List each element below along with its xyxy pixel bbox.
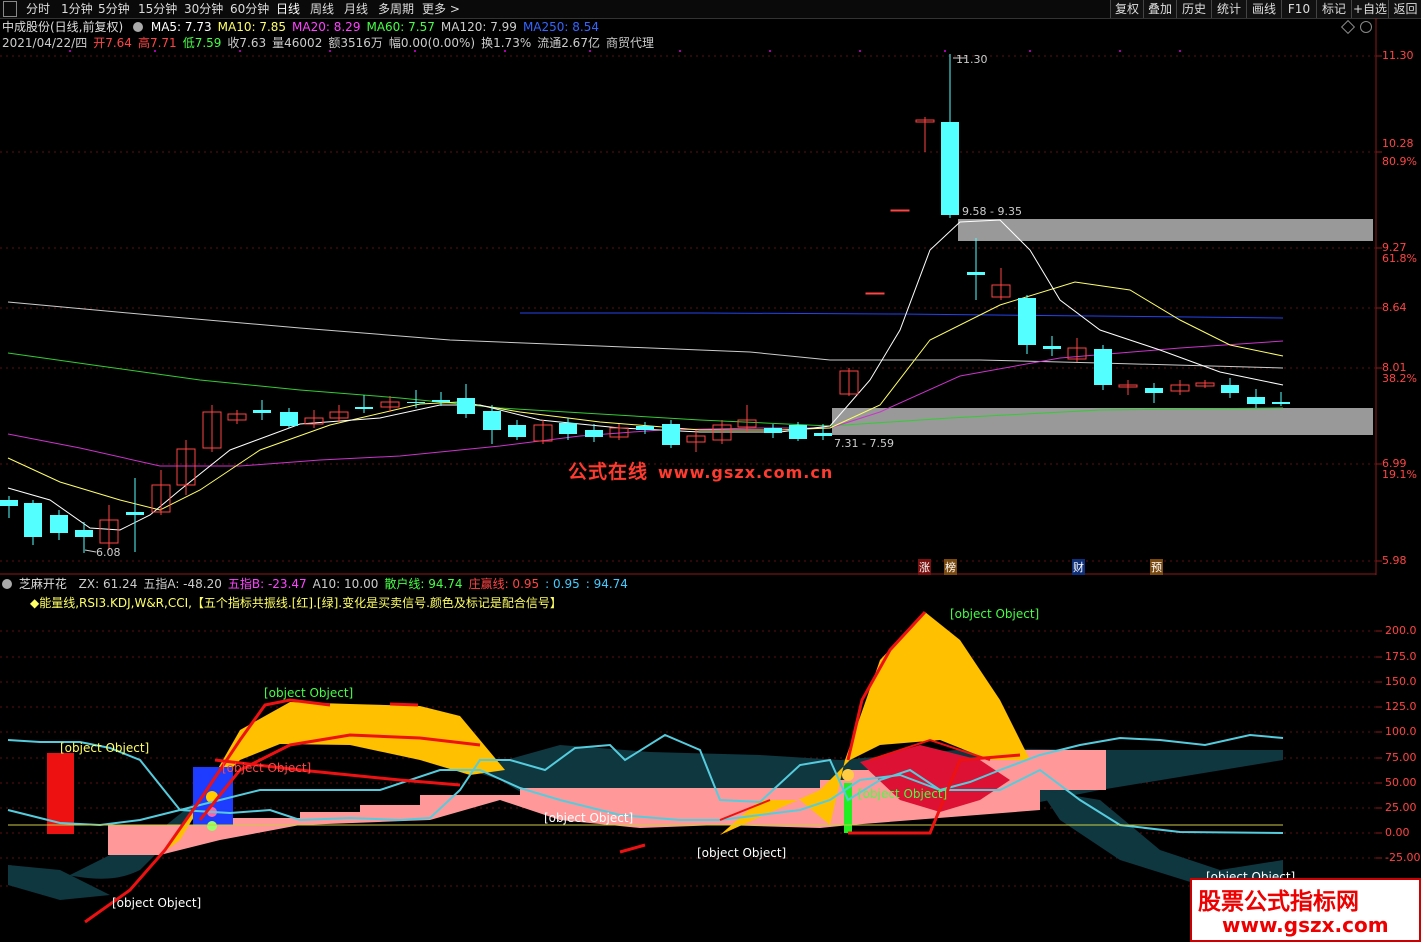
price-chart[interactable] [0, 0, 1421, 575]
candle-body-34 [865, 292, 885, 295]
corner-watermark-url: www.gszx.com [1222, 913, 1389, 937]
band-bottom-label: 7.31 - 7.59 [834, 437, 894, 450]
candle-body-49 [1247, 397, 1265, 404]
ma250-line [520, 312, 1284, 319]
candle-body-45 [1145, 388, 1163, 393]
signal-pull-up: [object Object] [222, 761, 312, 775]
signal-low-buy-1: [object Object] [112, 896, 202, 910]
high-price-label: 11.30 [956, 53, 988, 66]
event-tag-cai[interactable]: 财 [1072, 559, 1085, 575]
center-watermark-cn: 公式在线 [568, 461, 649, 483]
ma120-line [7, 301, 1284, 369]
candle-body-30 [764, 428, 782, 433]
candle-body-35 [890, 209, 910, 212]
candle-body-1 [24, 503, 42, 537]
support-band [832, 408, 1373, 435]
candle-body-23 [585, 430, 603, 437]
price-axis-label-1: 10.28 [1382, 137, 1414, 150]
resistance-band [958, 219, 1373, 241]
signal-low-buy-2: [object Object] [544, 811, 634, 825]
ind-axis-label-8: 0.00 [1385, 826, 1410, 839]
candle-body-26 [662, 424, 680, 445]
price-axis-label-2: 80.9% [1382, 155, 1417, 168]
ind-axis-label-6: 50.00 [1385, 776, 1417, 789]
price-axis-label-10: 5.98 [1382, 554, 1407, 567]
center-watermark: 公式在线 www.gszx.com.cn [568, 457, 833, 484]
candle-body-32 [814, 433, 832, 436]
pull-up-badge-icon-3 [207, 821, 217, 831]
price-axis-label-7: 38.2% [1382, 372, 1417, 385]
low-price-label: 6.08 [96, 546, 121, 559]
candle-body-0 [0, 500, 18, 506]
money-bag-icon [842, 769, 854, 781]
candle-body-38 [967, 272, 985, 275]
price-axis-label-0: 11.30 [1382, 49, 1414, 62]
candle-body-31 [789, 425, 807, 439]
candle-body-20 [508, 425, 526, 437]
candle-body-43 [1094, 349, 1112, 385]
ind-axis-label-9: -25.00 [1385, 851, 1421, 864]
ind-axis-label-2: 150.0 [1385, 675, 1417, 688]
candle-body-19 [483, 411, 501, 430]
signal-low-build: [object Object] [60, 741, 150, 755]
price-axis-label-5: 8.64 [1382, 301, 1407, 314]
candle-body-14 [355, 407, 373, 409]
signal-top-divergence-1: [object Object] [264, 686, 354, 700]
candle-body-25 [636, 426, 654, 430]
signal-low-buy-3: [object Object] [697, 846, 787, 860]
ind-axis-label-1: 175.0 [1385, 650, 1417, 663]
ind-axis-label-4: 100.0 [1385, 725, 1417, 738]
signal-open-flower: [object Object] [858, 787, 948, 801]
candle-body-41 [1043, 346, 1061, 349]
candle-body-2 [50, 515, 68, 533]
corner-watermark: 股票公式指标网 www.gszx.com [1190, 878, 1421, 942]
price-axis-label-4: 61.8% [1382, 252, 1417, 265]
candle-body-17 [432, 400, 450, 402]
candle-body-40 [1018, 298, 1036, 345]
price-axis-label-9: 19.1% [1382, 468, 1417, 481]
red-line-2 [389, 702, 419, 707]
corner-watermark-cn: 股票公式指标网 [1198, 889, 1359, 915]
ind-axis-label-0: 200.0 [1385, 624, 1417, 637]
ind-axis-label-5: 75.00 [1385, 751, 1417, 764]
ma20-line [7, 340, 1284, 467]
candle-body-48 [1221, 385, 1239, 393]
candle-body-3 [75, 530, 93, 537]
event-tag-yu[interactable]: 预 [1150, 559, 1163, 575]
signal-top-divergence-2: [object Object] [950, 607, 1040, 621]
low-marker [84, 549, 97, 553]
candle-body-22 [559, 423, 577, 434]
signal-bar-red [47, 753, 74, 834]
red-line-5 [619, 843, 646, 854]
candle-body-11 [280, 412, 298, 426]
band-top-label: 9.58 - 9.35 [962, 205, 1022, 218]
ind-axis-label-7: 25.00 [1385, 801, 1417, 814]
candle-body-16 [407, 402, 425, 403]
ind-axis-label-3: 125.0 [1385, 700, 1417, 713]
candle-body-50 [1272, 402, 1290, 404]
candle-body-18 [457, 398, 475, 414]
candle-body-37 [941, 122, 959, 215]
event-tag-zhang[interactable]: 涨 [918, 559, 931, 575]
candle-body-10 [253, 410, 271, 413]
event-tag-bang[interactable]: 榜 [944, 559, 957, 575]
candle-body-5 [126, 512, 144, 515]
center-watermark-url: www.gszx.com.cn [658, 463, 834, 482]
